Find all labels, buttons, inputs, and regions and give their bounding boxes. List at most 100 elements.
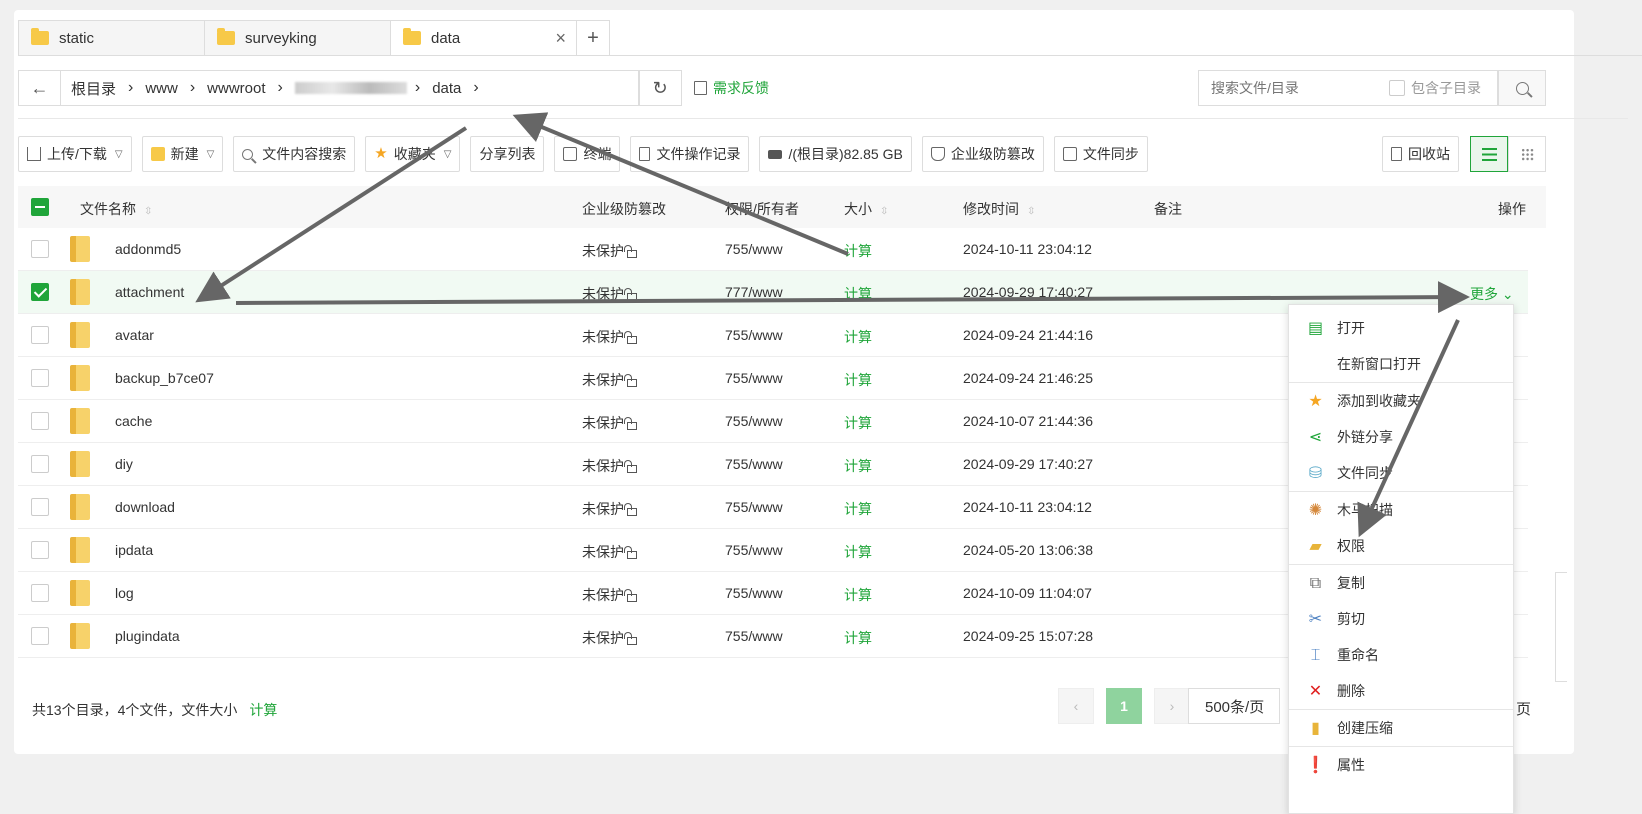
menu-item-trojan-scan[interactable]: ✺ 木马扫描 bbox=[1289, 492, 1513, 528]
column-header-size[interactable]: 大小 ⇳ bbox=[844, 199, 888, 219]
permission[interactable]: 777/www bbox=[725, 284, 783, 300]
new-button[interactable]: 新建 ▽ bbox=[141, 136, 224, 172]
menu-item-delete[interactable]: ✕ 删除 bbox=[1289, 673, 1513, 709]
calc-size-link[interactable]: 计算 bbox=[844, 284, 872, 304]
calc-size-link[interactable]: 计算 bbox=[844, 370, 872, 390]
permission[interactable]: 755/www bbox=[725, 241, 783, 257]
share-list-button[interactable]: 分享列表 bbox=[470, 136, 545, 172]
row-checkbox[interactable] bbox=[31, 541, 49, 559]
search-button[interactable] bbox=[1498, 70, 1546, 106]
menu-item-open[interactable]: ▤ 打开 bbox=[1289, 310, 1513, 346]
permission[interactable]: 755/www bbox=[725, 370, 783, 386]
include-subdir-option[interactable]: 包含子目录 bbox=[1389, 78, 1481, 98]
row-checkbox[interactable] bbox=[31, 455, 49, 473]
calc-total-link[interactable]: 计算 bbox=[249, 702, 277, 718]
permission[interactable]: 755/www bbox=[725, 585, 783, 601]
calc-size-link[interactable]: 计算 bbox=[844, 327, 872, 347]
close-icon[interactable]: × bbox=[555, 28, 566, 49]
content-search-button[interactable]: 文件内容搜索 bbox=[233, 136, 356, 172]
menu-item-permission[interactable]: ▰ 权限 bbox=[1289, 528, 1513, 564]
permission[interactable]: 755/www bbox=[725, 456, 783, 472]
menu-item-share[interactable]: ⋖ 外链分享 bbox=[1289, 419, 1513, 455]
file-name[interactable]: attachment bbox=[115, 284, 184, 300]
next-page-button[interactable]: › bbox=[1154, 688, 1190, 724]
include-subdir-checkbox[interactable] bbox=[1389, 80, 1405, 96]
calc-size-link[interactable]: 计算 bbox=[844, 542, 872, 562]
row-checkbox[interactable] bbox=[31, 627, 49, 645]
breadcrumb-data[interactable]: data bbox=[432, 80, 461, 97]
tamper-status[interactable]: 未保护 bbox=[582, 370, 637, 390]
upload-download-button[interactable]: 上传/下载 ▽ bbox=[18, 136, 132, 172]
search-input[interactable] bbox=[1199, 80, 1379, 96]
page-number[interactable]: 1 bbox=[1106, 688, 1142, 724]
row-checkbox[interactable] bbox=[31, 498, 49, 516]
calc-size-link[interactable]: 计算 bbox=[844, 241, 872, 261]
prev-page-button[interactable]: ‹ bbox=[1058, 688, 1094, 724]
operation-log-button[interactable]: 文件操作记录 bbox=[630, 136, 750, 172]
column-header-name[interactable]: 文件名称 ⇳ bbox=[80, 199, 152, 219]
feedback-link[interactable]: 需求反馈 bbox=[694, 78, 769, 98]
file-name[interactable]: diy bbox=[115, 456, 133, 472]
favorites-button[interactable]: ★ 收藏夹 ▽ bbox=[365, 136, 461, 172]
breadcrumb-wwwroot[interactable]: wwwroot bbox=[207, 80, 265, 97]
menu-item-properties[interactable]: ❗ 属性 bbox=[1289, 747, 1513, 783]
calc-size-link[interactable]: 计算 bbox=[844, 456, 872, 476]
row-checkbox[interactable] bbox=[31, 369, 49, 387]
menu-item-file-sync[interactable]: ⛁ 文件同步 bbox=[1289, 455, 1513, 491]
per-page-select[interactable]: 500条/页 bbox=[1188, 688, 1280, 724]
table-row[interactable]: addonmd5 未保护 755/www 计算 2024-10-11 23:04:12 bbox=[18, 228, 1528, 271]
disk-button[interactable]: /(根目录)82.85 GB bbox=[759, 136, 912, 172]
permission[interactable]: 755/www bbox=[725, 628, 783, 644]
file-name[interactable]: log bbox=[115, 585, 134, 601]
add-tab-button[interactable]: + bbox=[576, 20, 610, 56]
tamper-status[interactable]: 未保护 bbox=[582, 241, 637, 261]
tamper-protection-button[interactable]: 企业级防篡改 bbox=[921, 136, 1044, 172]
menu-item-compress[interactable]: ▮ 创建压缩 bbox=[1289, 710, 1513, 746]
calc-size-link[interactable]: 计算 bbox=[844, 585, 872, 605]
calc-size-link[interactable]: 计算 bbox=[844, 628, 872, 648]
tamper-status[interactable]: 未保护 bbox=[582, 585, 637, 605]
recycle-bin-button[interactable]: 回收站 bbox=[1382, 136, 1459, 172]
menu-item-cut[interactable]: ✂ 剪切 bbox=[1289, 601, 1513, 637]
file-name[interactable]: avatar bbox=[115, 327, 154, 343]
permission[interactable]: 755/www bbox=[725, 327, 783, 343]
permission[interactable]: 755/www bbox=[725, 413, 783, 429]
permission[interactable]: 755/www bbox=[725, 499, 783, 515]
tamper-status[interactable]: 未保护 bbox=[582, 499, 637, 519]
calc-size-link[interactable]: 计算 bbox=[844, 413, 872, 433]
file-name[interactable]: backup_b7ce07 bbox=[115, 370, 214, 386]
file-name[interactable]: download bbox=[115, 499, 175, 515]
breadcrumb-www[interactable]: www bbox=[145, 80, 178, 97]
tab-static[interactable]: static bbox=[18, 20, 204, 56]
tab-data[interactable]: data × bbox=[390, 20, 576, 56]
row-checkbox[interactable] bbox=[31, 240, 49, 258]
menu-item-rename[interactable]: ⌶ 重命名 bbox=[1289, 637, 1513, 673]
tamper-status[interactable]: 未保护 bbox=[582, 413, 637, 433]
row-checkbox[interactable] bbox=[31, 412, 49, 430]
back-arrow-icon[interactable]: ← bbox=[19, 71, 61, 105]
file-sync-button[interactable]: 文件同步 bbox=[1053, 136, 1148, 172]
calc-size-link[interactable]: 计算 bbox=[844, 499, 872, 519]
select-all-checkbox[interactable] bbox=[31, 198, 49, 216]
menu-item-add-favorite[interactable]: ★ 添加到收藏夹 bbox=[1289, 383, 1513, 419]
list-view-button[interactable] bbox=[1470, 136, 1508, 172]
file-name[interactable]: addonmd5 bbox=[115, 241, 181, 257]
breadcrumb-root[interactable]: 根目录 bbox=[71, 78, 116, 99]
file-name[interactable]: ipdata bbox=[115, 542, 153, 558]
column-header-mtime[interactable]: 修改时间 ⇳ bbox=[963, 199, 1035, 219]
menu-item-open-new-window[interactable]: 在新窗口打开 bbox=[1289, 346, 1513, 382]
permission[interactable]: 755/www bbox=[725, 542, 783, 558]
tab-surveyking[interactable]: surveyking bbox=[204, 20, 390, 56]
tamper-status[interactable]: 未保护 bbox=[582, 628, 637, 648]
terminal-button[interactable]: 终端 bbox=[554, 136, 621, 172]
file-name[interactable]: plugindata bbox=[115, 628, 180, 644]
row-checkbox[interactable] bbox=[31, 584, 49, 602]
menu-item-copy[interactable]: ⧉ 复制 bbox=[1289, 565, 1513, 601]
tamper-status[interactable]: 未保护 bbox=[582, 327, 637, 347]
row-checkbox[interactable] bbox=[31, 283, 49, 301]
row-checkbox[interactable] bbox=[31, 326, 49, 344]
grid-view-button[interactable] bbox=[1508, 136, 1546, 172]
file-name[interactable]: cache bbox=[115, 413, 152, 429]
tamper-status[interactable]: 未保护 bbox=[582, 456, 637, 476]
refresh-button[interactable]: ↻ bbox=[638, 70, 682, 106]
